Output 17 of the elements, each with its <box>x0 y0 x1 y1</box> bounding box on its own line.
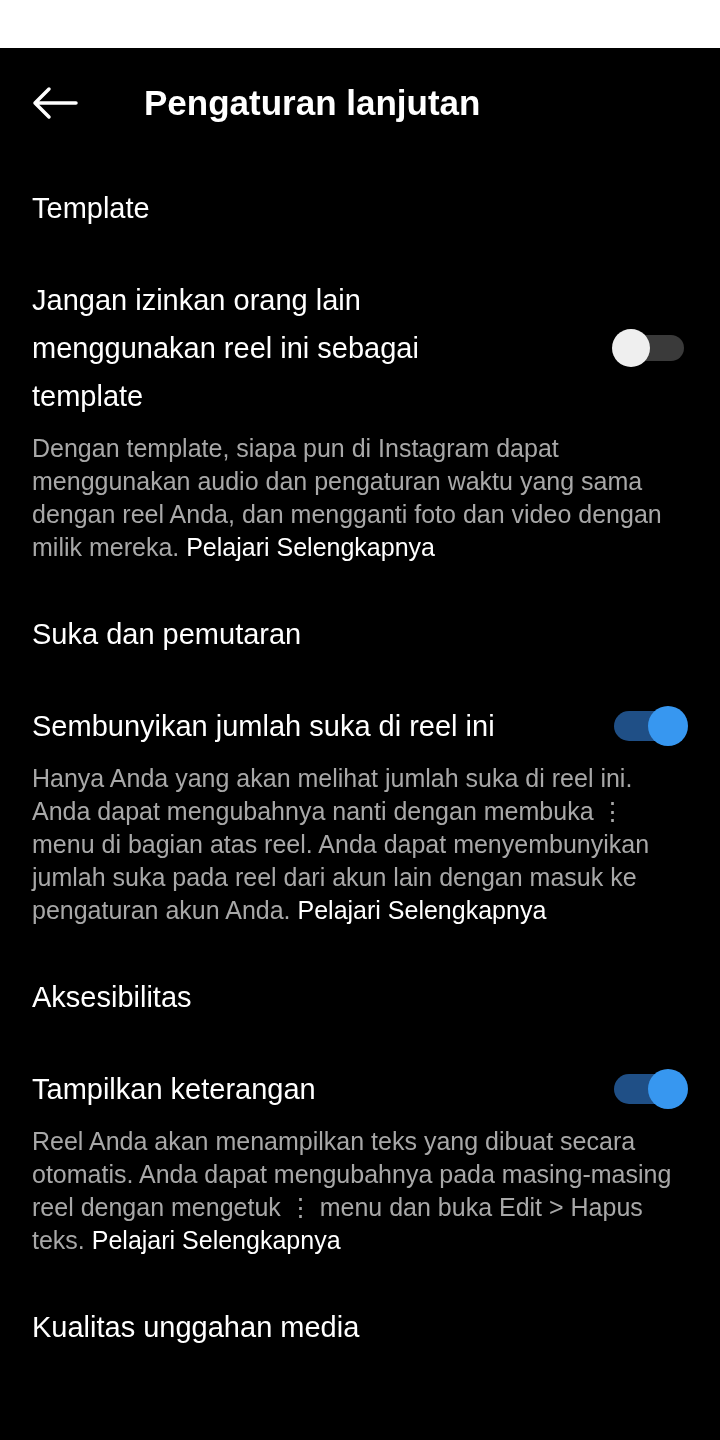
setting-label: Sembunyikan jumlah suka di reel ini <box>32 709 496 744</box>
back-arrow-icon[interactable] <box>32 86 78 120</box>
learn-more-link[interactable]: Pelajari Selengkapnya <box>297 896 547 924</box>
setting-description: Dengan template, siapa pun di Instagram dapat menggunakan audio dan pengaturan waktu yang sama dengan reel Anda, dan mengganti foto dan video dengan milik mereka. Pelajari Selengkapnya <box>32 433 663 563</box>
section-heading: Template <box>32 191 151 226</box>
section-heading: Aksesibilitas <box>32 980 193 1015</box>
section-heading: Kualitas unggahan media <box>32 1310 361 1345</box>
learn-more-link[interactable]: Pelajari Selengkapnya <box>91 1226 341 1254</box>
section-heading: Suka dan pemutaran <box>32 617 303 652</box>
toggle-switch[interactable] <box>612 706 688 746</box>
setting-description: Hanya Anda yang akan melihat jumlah suka di reel ini. Anda dapat mengubahnya nanti dengan membuka ⋮ menu di bagian atas reel. Anda dapat menyembunyikan jumlah suka pada reel dari akun lain dengan masuk ke pengaturan akun Anda. Pelajari Selengkapnya <box>32 763 651 926</box>
setting-label: Tampilkan keterangan <box>32 1072 317 1107</box>
setting-description: Reel Anda akan menampilkan teks yang dibuat secara otomatis. Anda dapat mengubahnya pada masing-masing reel dengan mengetuk ⋮ menu dan buka Edit > Hapus teks. Pelajari Selengkapnya <box>32 1126 672 1256</box>
setting-label: Jangan izinkan orang lain menggunakan reel ini sebagai template <box>32 283 420 414</box>
toggle-switch[interactable] <box>612 1069 688 1109</box>
page-title: Pengaturan lanjutan <box>144 81 481 124</box>
learn-more-link[interactable]: Pelajari Selengkapnya <box>186 533 435 561</box>
